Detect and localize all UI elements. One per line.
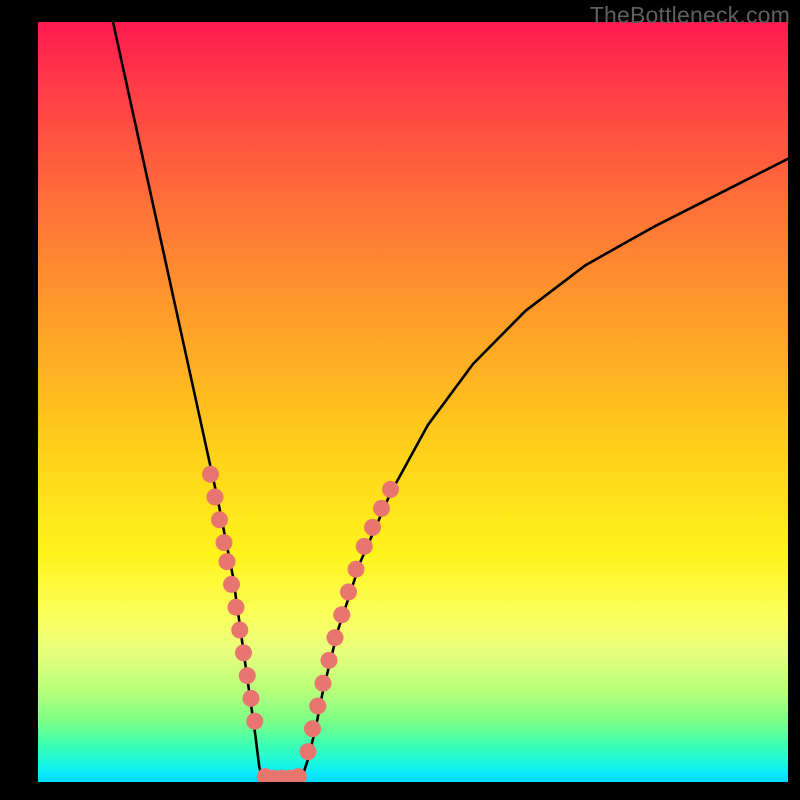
data-point-marker <box>333 606 350 623</box>
data-point-marker <box>309 698 326 715</box>
data-point-marker <box>219 553 236 570</box>
bottleneck-curve <box>113 22 788 782</box>
data-point-marker <box>216 534 233 551</box>
data-point-marker <box>211 511 228 528</box>
data-point-marker <box>239 667 256 684</box>
data-point-marker <box>243 690 260 707</box>
data-point-marker <box>246 713 263 730</box>
data-point-marker <box>300 743 317 760</box>
bottleneck-curve-svg <box>38 22 788 782</box>
data-point-marker <box>228 599 245 616</box>
watermark-text: TheBottleneck.com <box>590 2 790 29</box>
data-point-marker <box>304 720 321 737</box>
data-point-marker <box>373 500 390 517</box>
marker-layer <box>202 466 399 782</box>
data-point-marker <box>202 466 219 483</box>
data-point-marker <box>382 481 399 498</box>
plot-area <box>38 22 788 782</box>
data-point-marker <box>223 576 240 593</box>
data-point-marker <box>321 652 338 669</box>
chart-frame: TheBottleneck.com <box>0 0 800 800</box>
data-point-marker <box>327 629 344 646</box>
data-point-marker <box>231 622 248 639</box>
data-point-marker <box>356 538 373 555</box>
data-point-marker <box>364 519 381 536</box>
data-point-marker <box>207 489 224 506</box>
curve-layer <box>113 22 788 782</box>
data-point-marker <box>235 644 252 661</box>
data-point-marker <box>348 561 365 578</box>
data-point-marker <box>340 584 357 601</box>
data-point-marker <box>315 675 332 692</box>
